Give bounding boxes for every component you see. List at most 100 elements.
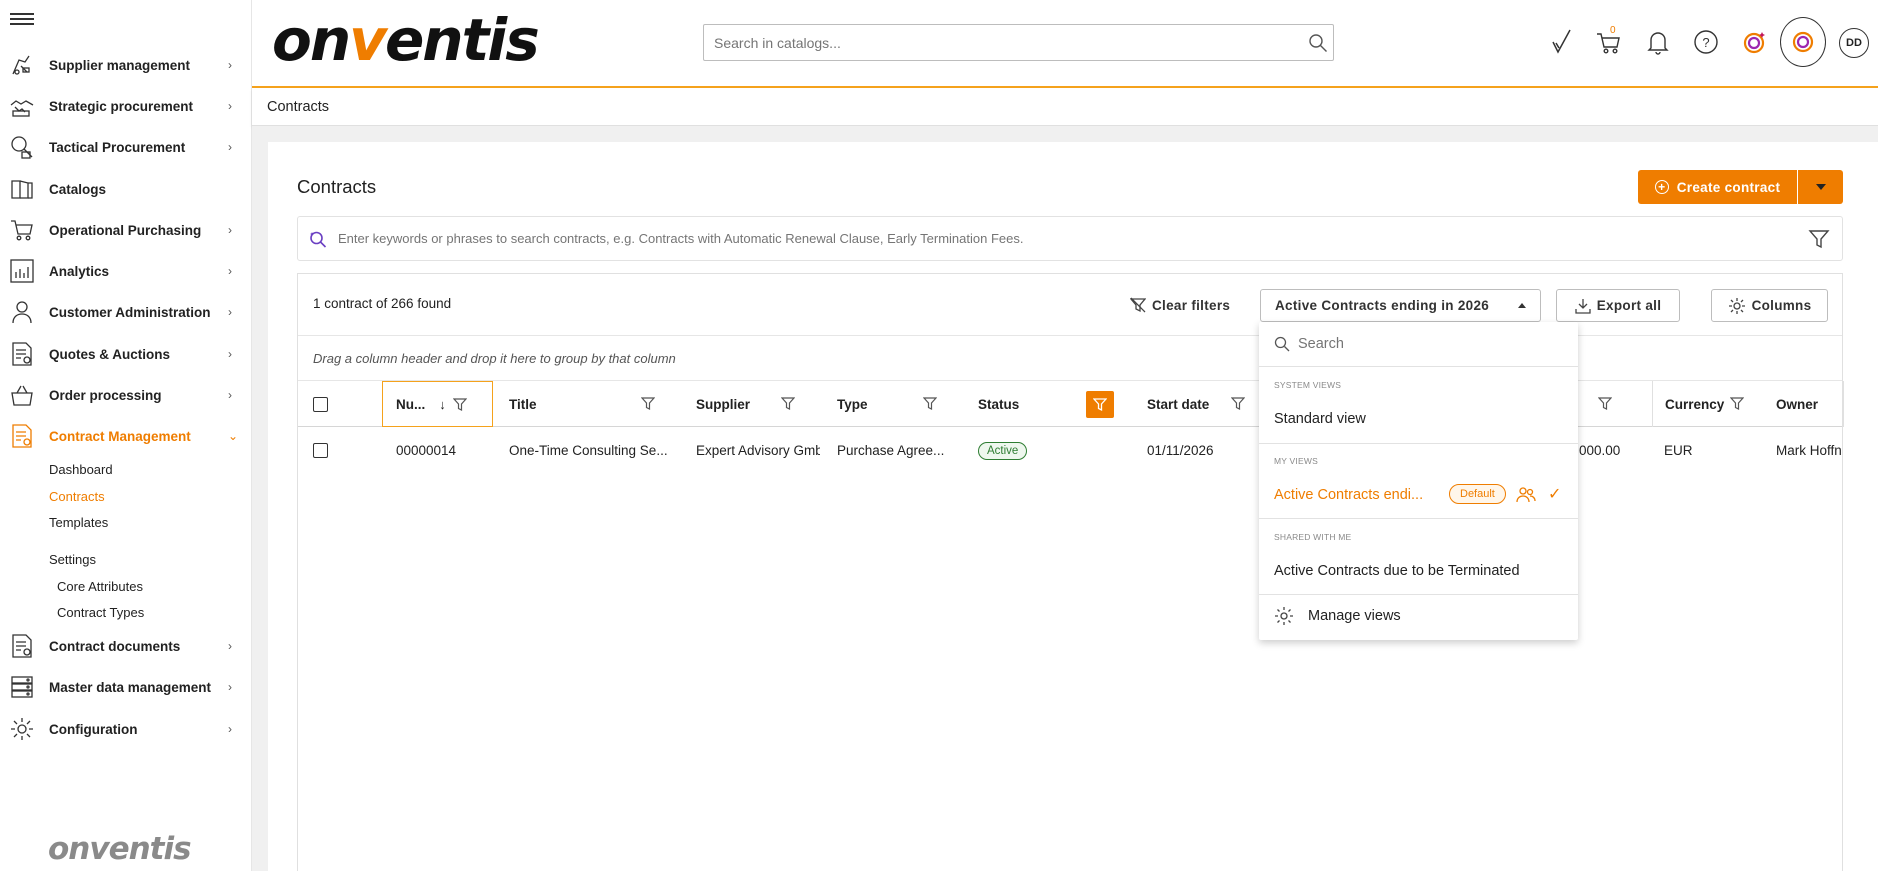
shopping-cart-icon[interactable]: 0 bbox=[1592, 22, 1626, 62]
clear-filter-icon bbox=[1130, 297, 1146, 313]
sidebar-item-label: Analytics bbox=[49, 263, 110, 279]
sidebar-item-contract-management[interactable]: Contract Management ⌄ bbox=[0, 416, 252, 456]
sidebar-item-operational-purchasing[interactable]: Operational Purchasing › bbox=[0, 210, 252, 250]
subnav-dashboard[interactable]: Dashboard bbox=[49, 462, 113, 477]
sidebar: Supplier management › Strategic procurem… bbox=[0, 0, 252, 871]
column-header-status[interactable]: Status bbox=[978, 381, 1118, 427]
shared-users-icon[interactable] bbox=[1516, 485, 1536, 505]
sidebar-item-label: Master data management bbox=[49, 679, 212, 695]
magnifier-icon bbox=[8, 133, 36, 161]
sidebar-item-contract-documents[interactable]: Contract documents › bbox=[0, 626, 252, 666]
subnav-core-attributes[interactable]: Core Attributes bbox=[57, 579, 143, 594]
clear-filters-button[interactable]: Clear filters bbox=[1130, 291, 1230, 319]
gear-icon bbox=[1275, 607, 1293, 625]
subnav-contract-types[interactable]: Contract Types bbox=[57, 605, 144, 620]
filter-icon[interactable] bbox=[923, 397, 937, 411]
bar-chart-icon bbox=[8, 257, 36, 285]
view-option-standard[interactable]: Standard view bbox=[1274, 411, 1366, 427]
sidebar-item-customer-administration[interactable]: Customer Administration › bbox=[0, 292, 252, 332]
caret-down-icon bbox=[1815, 184, 1826, 190]
contract-icon bbox=[8, 422, 36, 450]
filter-icon[interactable] bbox=[1231, 397, 1245, 411]
subnav-contracts[interactable]: Contracts bbox=[49, 489, 105, 504]
column-header-owner[interactable]: Owner bbox=[1776, 381, 1844, 427]
help-icon[interactable]: ? bbox=[1689, 22, 1723, 62]
sidebar-item-catalogs[interactable]: Catalogs bbox=[0, 169, 252, 209]
view-option-my-view[interactable]: Active Contracts endi... bbox=[1274, 487, 1423, 503]
ai-contract-search bbox=[297, 216, 1843, 261]
chevron-down-icon: ⌄ bbox=[228, 429, 239, 443]
user-icon bbox=[8, 298, 36, 326]
column-header-type[interactable]: Type bbox=[837, 381, 947, 427]
create-contract-button[interactable]: + Create contract bbox=[1638, 170, 1797, 204]
sidebar-item-supplier-management[interactable]: Supplier management › bbox=[0, 45, 252, 85]
ai-search-icon bbox=[298, 229, 338, 249]
sidebar-item-strategic-procurement[interactable]: Strategic procurement › bbox=[0, 86, 252, 126]
column-header-title[interactable]: Title bbox=[509, 381, 669, 427]
table-row[interactable]: 00000014 One-Time Consulting Se... Exper… bbox=[298, 427, 1842, 474]
filter-icon[interactable] bbox=[1796, 228, 1842, 250]
bell-icon[interactable] bbox=[1641, 22, 1675, 62]
ai-assistant-active-icon[interactable] bbox=[1780, 17, 1826, 67]
column-header-start-date[interactable]: Start date bbox=[1147, 381, 1247, 427]
section-system-views: SYSTEM VIEWS bbox=[1274, 380, 1342, 390]
sidebar-item-label: Configuration bbox=[49, 721, 138, 737]
supplier-icon bbox=[8, 51, 36, 79]
sidebar-item-label: Quotes & Auctions bbox=[49, 346, 171, 362]
manage-views-button[interactable]: Manage views bbox=[1274, 606, 1401, 626]
row-checkbox[interactable] bbox=[313, 427, 328, 474]
export-all-button[interactable]: Export all bbox=[1556, 289, 1680, 322]
sidebar-item-configuration[interactable]: Configuration › bbox=[0, 709, 252, 749]
sidebar-item-quotes-auctions[interactable]: Quotes & Auctions › bbox=[0, 334, 252, 374]
columns-button[interactable]: Columns bbox=[1711, 289, 1828, 322]
search-icon[interactable] bbox=[1303, 33, 1333, 53]
breadcrumb-current: Contracts bbox=[267, 99, 330, 115]
footer-logo: onventis bbox=[48, 831, 192, 867]
cell-type: Purchase Agree... bbox=[837, 443, 945, 458]
views-search-input[interactable] bbox=[1298, 336, 1538, 352]
sidebar-item-order-processing[interactable]: Order processing › bbox=[0, 375, 252, 415]
onventis-logo[interactable]: onventis bbox=[272, 6, 540, 74]
subnav-templates[interactable]: Templates bbox=[49, 515, 108, 530]
sidebar-item-analytics[interactable]: Analytics › bbox=[0, 251, 252, 291]
checkmark-approval-icon[interactable] bbox=[1544, 22, 1578, 62]
server-icon bbox=[8, 673, 36, 701]
views-search bbox=[1259, 322, 1578, 367]
catalog-search-input[interactable] bbox=[704, 34, 1303, 51]
cell-supplier: Expert Advisory Gmb bbox=[696, 443, 820, 458]
document-icon bbox=[8, 632, 36, 660]
create-contract-dropdown-button[interactable] bbox=[1798, 170, 1843, 204]
filter-icon[interactable] bbox=[453, 398, 467, 412]
ai-assistant-icon[interactable] bbox=[1737, 22, 1771, 62]
chevron-right-icon: › bbox=[228, 680, 232, 694]
checkmark-icon: ✓ bbox=[1548, 486, 1562, 503]
sidebar-item-label: Order processing bbox=[49, 387, 162, 403]
column-header-currency[interactable]: Currency bbox=[1652, 381, 1752, 427]
cell-title[interactable]: One-Time Consulting Se... bbox=[509, 427, 669, 474]
sidebar-item-master-data-management[interactable]: Master data management › bbox=[0, 667, 252, 707]
filter-icon[interactable] bbox=[781, 397, 795, 411]
chevron-right-icon: › bbox=[228, 347, 232, 361]
chevron-right-icon: › bbox=[228, 99, 232, 113]
active-filter-icon[interactable] bbox=[1086, 391, 1114, 418]
filter-icon[interactable] bbox=[1730, 397, 1744, 411]
breadcrumb: Contracts bbox=[252, 88, 1878, 126]
view-selector[interactable]: Active Contracts ending in 2026 bbox=[1260, 289, 1541, 322]
sort-desc-icon[interactable]: ↓ bbox=[439, 397, 446, 412]
group-by-area[interactable]: Drag a column header and drop it here to… bbox=[298, 336, 1842, 381]
select-all-checkbox[interactable] bbox=[313, 381, 328, 427]
sidebar-item-tactical-procurement[interactable]: Tactical Procurement › bbox=[0, 127, 252, 167]
filter-icon[interactable] bbox=[641, 397, 655, 411]
divider bbox=[1259, 443, 1578, 444]
caret-up-icon bbox=[1518, 303, 1526, 308]
ai-search-input[interactable] bbox=[338, 231, 1796, 246]
view-option-shared[interactable]: Active Contracts due to be Terminated bbox=[1274, 563, 1520, 579]
column-header-supplier[interactable]: Supplier bbox=[696, 381, 806, 427]
hamburger-menu-icon[interactable] bbox=[10, 10, 34, 30]
filter-icon[interactable] bbox=[1598, 397, 1612, 411]
default-badge: Default bbox=[1449, 484, 1506, 504]
user-avatar[interactable]: DD bbox=[1839, 28, 1869, 58]
column-header-value[interactable] bbox=[1598, 381, 1618, 427]
sidebar-item-label: Operational Purchasing bbox=[49, 222, 202, 238]
column-header-number[interactable]: Nu... ↓ bbox=[382, 381, 493, 427]
